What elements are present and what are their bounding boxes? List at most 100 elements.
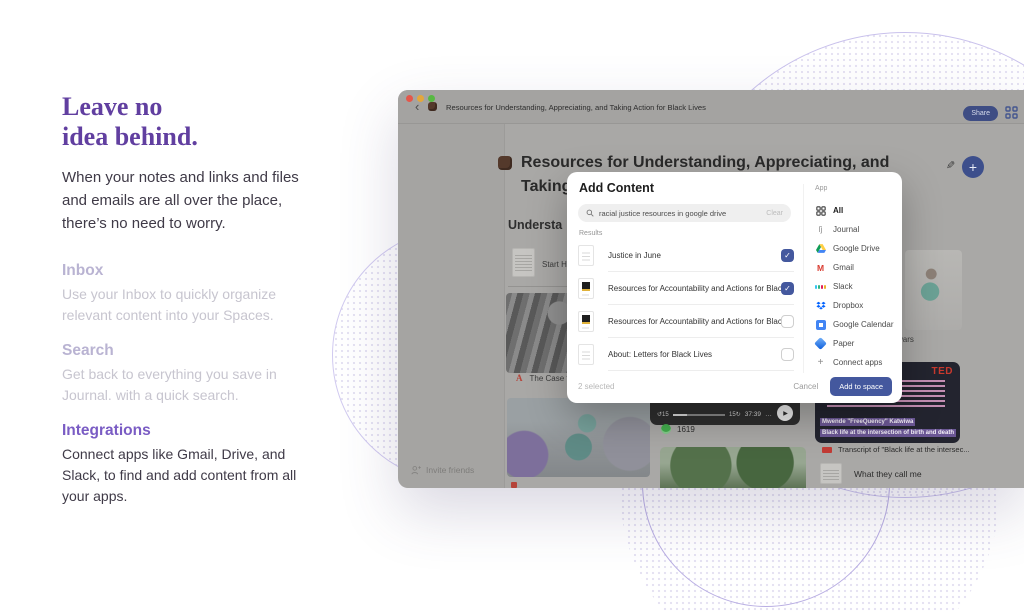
divider: [508, 286, 568, 287]
doc-icon: [578, 311, 594, 332]
results-label: Results: [579, 230, 602, 237]
page: Leave no idea behind. When your notes an…: [0, 0, 1024, 613]
selected-count: 2 selected: [578, 382, 614, 391]
result-title: Justice in June: [608, 251, 781, 260]
time-remaining: 37:39: [745, 411, 761, 419]
section-heading: Understa: [508, 218, 562, 232]
space-title-line1: Resources for Understanding, Appreciatin…: [521, 154, 981, 172]
doc-icon: [578, 278, 594, 299]
checkbox-unchecked[interactable]: [781, 348, 794, 361]
add-to-space-button[interactable]: Add to space: [830, 377, 892, 396]
result-row[interactable]: Justice in June ✓: [578, 239, 794, 272]
transcript-row[interactable]: Transcript of "Black life at the interse…: [822, 445, 970, 454]
filter-gmail[interactable]: M Gmail: [815, 258, 897, 277]
result-row[interactable]: Resources for Accountability and Actions…: [578, 272, 794, 305]
checkbox-unchecked[interactable]: [781, 315, 794, 328]
journal-icon: ſj: [815, 224, 826, 235]
connect-apps-button[interactable]: + Connect apps: [815, 353, 897, 372]
space-title-line2: Taking: [521, 178, 571, 196]
gmail-icon: M: [815, 262, 826, 273]
what-they-call-me-label: What they call me: [854, 469, 922, 484]
filter-all[interactable]: All: [815, 201, 897, 220]
filter-paper[interactable]: Paper: [815, 334, 897, 353]
hero-heading: Leave no idea behind.: [62, 92, 362, 152]
app-filter-list: App All ſj Journal Google Drive M Gmail: [815, 185, 897, 372]
filter-google-calendar[interactable]: Google Calendar: [815, 315, 897, 334]
atlantic-article-row[interactable]: A The Case fo: [516, 373, 573, 383]
start-here-thumbnail[interactable]: [512, 248, 535, 277]
cancel-button[interactable]: Cancel: [793, 382, 818, 391]
window-titlebar: ‹ Resources for Understanding, Appreciat…: [398, 90, 1024, 124]
doc-icon: [578, 344, 594, 365]
invite-friends-label: Invite friends: [426, 465, 474, 475]
feature-inbox[interactable]: Inbox Use your Inbox to quickly organize…: [62, 262, 318, 326]
invite-friends-button[interactable]: Invite friends: [411, 465, 474, 475]
add-content-button[interactable]: +: [962, 156, 984, 178]
feature-inbox-body: Use your Inbox to quickly organize relev…: [62, 284, 318, 326]
traffic-light-buttons[interactable]: [406, 95, 435, 102]
trees-photo-card[interactable]: [660, 447, 806, 488]
person-photo-card[interactable]: [905, 250, 962, 330]
dropbox-icon: [815, 300, 826, 311]
window-title: Resources for Understanding, Appreciatin…: [446, 103, 706, 112]
feature-inbox-title: Inbox: [62, 262, 318, 280]
feature-search-title: Search: [62, 342, 318, 360]
checkbox-checked[interactable]: ✓: [781, 282, 794, 295]
feature-integrations[interactable]: Integrations Connect apps like Gmail, Dr…: [62, 422, 318, 507]
checkbox-checked[interactable]: ✓: [781, 249, 794, 262]
spotify-item-row[interactable]: 1619: [661, 424, 695, 434]
result-title: Resources for Accountability and Actions…: [608, 284, 781, 293]
hero-intro: When your notes and links and files and …: [62, 166, 304, 235]
plus-icon: +: [815, 357, 826, 368]
what-they-call-me-row[interactable]: What they call me: [820, 463, 922, 484]
person-add-icon: [411, 465, 421, 475]
feature-integrations-body: Connect apps like Gmail, Drive, and Slac…: [62, 444, 318, 507]
forward-15-icon[interactable]: 15↻: [729, 411, 741, 419]
feature-integrations-title: Integrations: [62, 422, 318, 440]
hero-heading-line2: idea behind.: [62, 122, 362, 152]
filter-google-drive[interactable]: Google Drive: [815, 239, 897, 258]
ted-title-caption: Black life at the intersection of birth …: [820, 429, 956, 437]
hero-section: Leave no idea behind. When your notes an…: [62, 92, 362, 235]
search-value: racial justice resources in google drive: [599, 209, 761, 218]
spotify-item-label: 1619: [677, 425, 695, 434]
hero-heading-line1: Leave no: [62, 92, 362, 122]
ted-mini-icon: [822, 447, 832, 453]
result-row[interactable]: About: Letters for Black Lives: [578, 338, 794, 371]
protest-photo-card[interactable]: [507, 398, 650, 477]
filter-journal[interactable]: ſj Journal: [815, 220, 897, 239]
result-title: Resources for Accountability and Actions…: [608, 317, 781, 326]
share-button[interactable]: Share: [963, 106, 998, 121]
app-filter-label: App: [815, 185, 897, 201]
app-nav-sidebar: Invite friends: [398, 124, 505, 488]
edit-icon[interactable]: ✎: [946, 159, 955, 172]
feature-search[interactable]: Search Get back to everything you save i…: [62, 342, 318, 406]
filter-slack[interactable]: Slack: [815, 277, 897, 296]
search-input[interactable]: racial justice resources in google drive…: [578, 204, 791, 222]
spotify-icon: [661, 424, 671, 434]
fist-icon: [428, 102, 437, 111]
paper-icon: [815, 338, 826, 349]
all-apps-icon: [815, 205, 826, 216]
grid-view-icon[interactable]: [1005, 106, 1018, 119]
clear-search-button[interactable]: Clear: [766, 210, 783, 217]
red-source-icon: [511, 482, 517, 488]
slack-icon: [815, 281, 826, 292]
modal-title: Add Content: [579, 181, 654, 195]
app-window: ‹ Resources for Understanding, Appreciat…: [398, 90, 1024, 488]
progress-bar[interactable]: [673, 414, 725, 416]
rewind-15-icon[interactable]: ↺15: [657, 411, 669, 419]
result-row[interactable]: Resources for Accountability and Actions…: [578, 305, 794, 338]
transcript-label: Transcript of "Black life at the interse…: [838, 445, 970, 454]
add-content-modal: Add Content racial justice resources in …: [567, 172, 902, 403]
google-drive-icon: [815, 243, 826, 254]
filter-dropbox[interactable]: Dropbox: [815, 296, 897, 315]
fist-icon-large: [498, 156, 512, 170]
play-button[interactable]: ▶: [777, 405, 793, 421]
feature-search-body: Get back to everything you save in Journ…: [62, 364, 318, 406]
document-thumbnail: [820, 463, 842, 484]
back-button[interactable]: ‹: [415, 99, 419, 114]
ted-logo: TED: [932, 366, 954, 377]
search-icon: [586, 209, 594, 217]
more-options-icon[interactable]: …: [765, 411, 773, 419]
